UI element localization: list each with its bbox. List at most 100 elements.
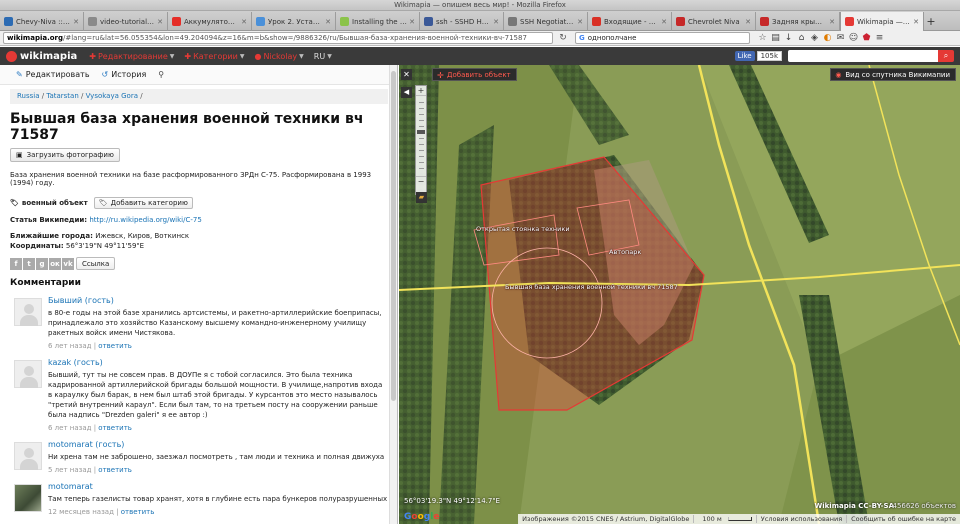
menu-edit[interactable]: ✚ Редактирование ▼	[89, 52, 174, 61]
share-link-button[interactable]: Ссылка	[76, 257, 116, 270]
close-tab-icon[interactable]: ✕	[157, 18, 163, 26]
browser-tab[interactable]: Входящие - nic...✕	[588, 12, 672, 31]
comment-author[interactable]: Бывший (гость)	[48, 296, 388, 305]
extension-icon[interactable]: ⬟	[860, 32, 873, 44]
comment-author[interactable]: kazak (гость)	[48, 358, 388, 367]
satellite-imagery[interactable]	[399, 65, 960, 524]
panel-scrollbar[interactable]	[389, 65, 397, 524]
breadcrumb-link[interactable]: Tatarstan	[46, 92, 78, 100]
satellite-map[interactable]: Открытая стоянка техники Автопарк Бывшая…	[399, 65, 960, 524]
close-tab-icon[interactable]: ✕	[73, 18, 79, 26]
breadcrumb-link[interactable]: Russia	[17, 92, 40, 100]
edit-button[interactable]: ✎ Редактировать	[16, 70, 90, 79]
facebook-share-icon[interactable]: f	[10, 257, 22, 270]
url-host: wikimapia.org	[7, 34, 64, 42]
avatar[interactable]	[14, 360, 42, 388]
collapse-panel-icon[interactable]: ◀	[401, 87, 412, 98]
add-category-button[interactable]: 🏷 Добавить категорию	[93, 197, 193, 209]
browser-tab[interactable]: video-tutorials-2...✕	[84, 12, 168, 31]
sync-icon[interactable]: ☺	[847, 32, 860, 44]
zoom-control[interactable]: + −	[415, 85, 427, 195]
wikimapia-search-input[interactable]	[788, 50, 938, 62]
close-tab-icon[interactable]: ✕	[325, 18, 331, 26]
search-bar[interactable]: G однополчане	[575, 32, 750, 44]
reply-link[interactable]: ответить	[121, 508, 155, 516]
zoom-out-icon[interactable]: −	[416, 176, 426, 186]
browser-tab[interactable]: Installing the An...✕	[336, 12, 420, 31]
browser-tab[interactable]: Аккумулятор Di...✕	[168, 12, 252, 31]
close-tab-icon[interactable]: ✕	[409, 18, 415, 26]
avatar[interactable]	[14, 442, 42, 470]
vk-share-icon[interactable]: vk	[62, 257, 74, 270]
wikipedia-link[interactable]: http://ru.wikipedia.org/wiki/С-75	[89, 216, 202, 224]
navigation-bar: wikimapia.org/#lang=ru&lat=56.055354&lon…	[0, 31, 960, 46]
reload-icon[interactable]: ↻	[557, 33, 569, 43]
place-description: База хранения военной техники на базе ра…	[10, 171, 372, 187]
browser-tab[interactable]: Chevrolet Niva ✕	[672, 12, 756, 31]
browser-tab[interactable]: SSH Negotiation ...✕	[504, 12, 588, 31]
browser-tab[interactable]: Задняя крышка ...✕	[756, 12, 840, 31]
chevron-down-icon: ▼	[169, 52, 175, 60]
nearby-cities-row: Ближайшие города: Ижевск, Киров, Воткинс…	[10, 232, 190, 240]
zoom-slider-handle[interactable]	[417, 130, 425, 134]
upload-photo-button[interactable]: ▣ Загрузить фотографию	[10, 148, 120, 162]
close-tab-icon[interactable]: ✕	[913, 18, 919, 26]
menu-user[interactable]: ● Nickolay ▼	[254, 52, 303, 61]
comment-time: 5 лет назад	[48, 466, 92, 474]
wikimapia-attribution[interactable]: Wikimapia CC-BY-SA	[815, 502, 894, 510]
close-tab-icon[interactable]: ✕	[493, 18, 499, 26]
locate-button[interactable]: ⚲	[158, 70, 167, 79]
menu-icon[interactable]: ≡	[873, 32, 886, 44]
close-tab-icon[interactable]: ✕	[577, 18, 583, 26]
menu-categories[interactable]: ✚ Категории ▼	[184, 52, 244, 61]
pocket-icon[interactable]: ◈	[808, 32, 821, 44]
odnoklassniki-share-icon[interactable]: ок	[49, 257, 61, 270]
reply-link[interactable]: ответить	[98, 342, 132, 350]
satellite-view-button[interactable]: Вид со спутника Викимапии	[830, 68, 956, 82]
url-bar[interactable]: wikimapia.org/#lang=ru&lat=56.055354&lon…	[3, 32, 553, 44]
add-object-button[interactable]: Добавить объект	[432, 68, 517, 82]
addon-icon[interactable]: ◐	[821, 32, 834, 44]
reply-link[interactable]: ответить	[98, 424, 132, 432]
layers-icon[interactable]: ▰	[416, 192, 427, 203]
browser-tab[interactable]: ssh - SSHD HM... ✕	[420, 12, 504, 31]
browser-tab[interactable]: Wikimapia — on...✕	[840, 12, 924, 31]
twitter-share-icon[interactable]: t	[23, 257, 35, 270]
zoom-in-icon[interactable]: +	[416, 86, 426, 96]
close-tab-icon[interactable]: ✕	[745, 18, 751, 26]
reply-link[interactable]: ответить	[98, 466, 132, 474]
comment-author[interactable]: motomarat	[48, 482, 388, 491]
zoom-slider[interactable]	[416, 96, 426, 176]
close-tab-icon[interactable]: ✕	[829, 18, 835, 26]
history-button[interactable]: ↺ История	[102, 70, 147, 79]
close-tab-icon[interactable]: ✕	[661, 18, 667, 26]
close-tab-icon[interactable]: ✕	[241, 18, 247, 26]
report-error-link[interactable]: Сообщить об ошибке на карте	[846, 515, 960, 523]
map-label-parking[interactable]: Открытая стоянка техники	[476, 225, 570, 233]
browser-tab[interactable]: Урок 2. Установ...✕	[252, 12, 336, 31]
map-label-base[interactable]: Бывшая база хранения военной техники вч …	[505, 283, 678, 291]
browser-tab[interactable]: Chevy-Niva :: П... ✕	[0, 12, 84, 31]
home-icon[interactable]: ⌂	[795, 32, 808, 44]
chat-icon[interactable]: ✉	[834, 32, 847, 44]
comment-meta: 6 лет назад | ответить	[48, 424, 132, 432]
close-icon[interactable]: ✕	[401, 69, 412, 80]
avatar[interactable]	[14, 298, 42, 326]
new-tab-icon[interactable]: +	[924, 12, 938, 31]
download-icon[interactable]: ↓	[782, 32, 795, 44]
wikimapia-logo[interactable]: wikimapia	[6, 50, 77, 62]
menu-language[interactable]: RU ▼	[314, 52, 332, 61]
bookmarks-list-icon[interactable]: ▤	[769, 32, 782, 44]
map-label-autopark[interactable]: Автопарк	[609, 248, 641, 256]
avatar[interactable]	[14, 484, 42, 512]
pencil-icon: ✎	[16, 70, 23, 79]
bookmark-star-icon[interactable]: ☆	[756, 32, 769, 44]
breadcrumb-link[interactable]: Vysokaya Gora	[86, 92, 138, 100]
category-tag[interactable]: 🏷 военный объект	[10, 199, 88, 207]
google-plus-share-icon[interactable]: g	[36, 257, 48, 270]
terms-link[interactable]: Условия использования	[755, 515, 846, 523]
comment-author[interactable]: motomarat (гость)	[48, 440, 388, 449]
cursor-coordinates: 56°03'19.3"N 49°12'14.7"E	[404, 497, 500, 505]
facebook-like-button[interactable]: Like	[734, 51, 755, 61]
search-icon[interactable]: ⌕	[938, 50, 954, 62]
